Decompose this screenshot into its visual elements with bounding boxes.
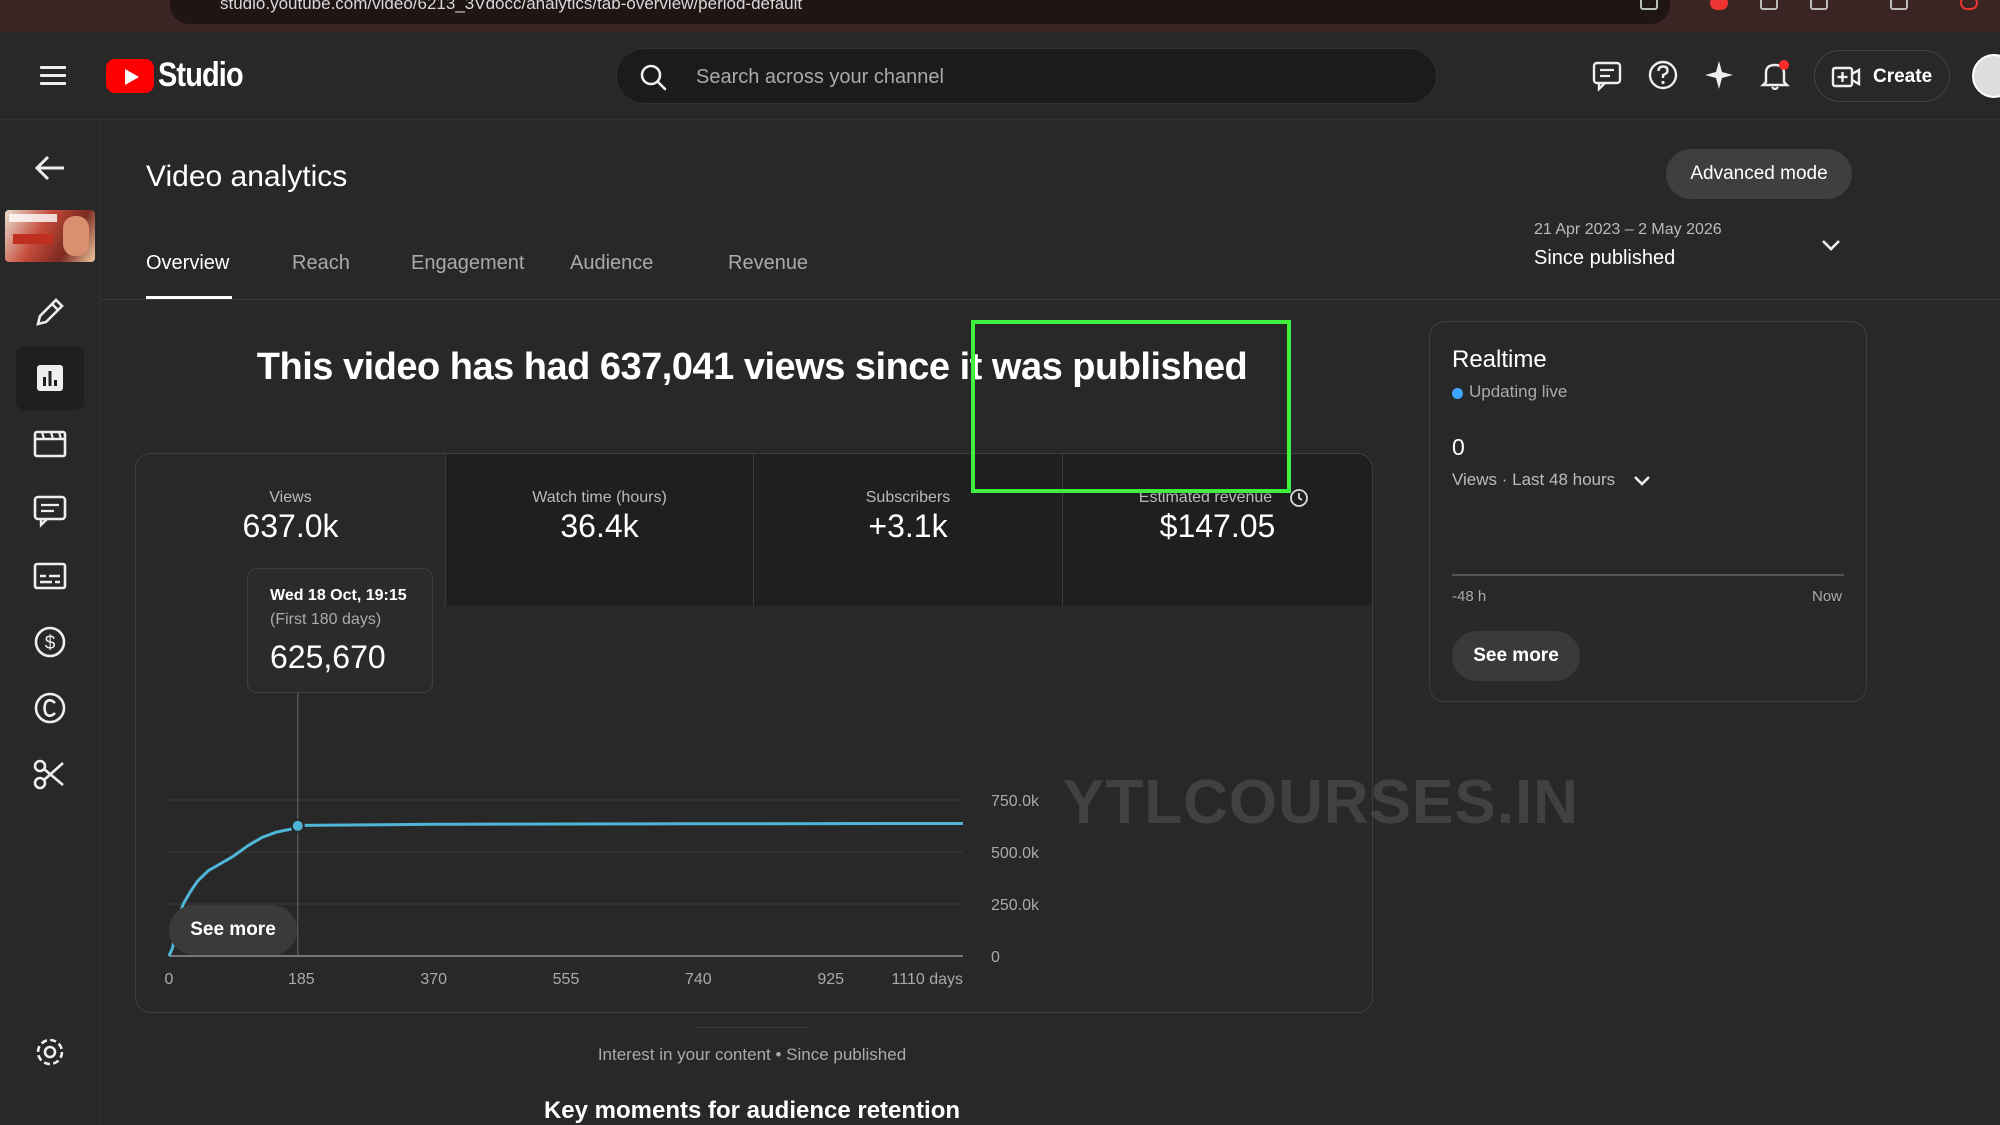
highlight-box <box>971 320 1291 493</box>
key-moments-heading: Key moments for audience retention <box>543 1097 961 1124</box>
see-more-button[interactable]: See more <box>169 905 297 955</box>
x-tick-label: 925 <box>817 971 844 988</box>
subtitles-icon[interactable] <box>16 544 84 608</box>
metric-value: +3.1k <box>868 508 948 544</box>
clips-icon[interactable] <box>16 742 84 806</box>
svg-text:$: $ <box>45 633 56 654</box>
metric-label: Views <box>269 489 312 506</box>
chart-tooltip: Wed 18 Oct, 19:15 (First 180 days) 625,6… <box>247 568 433 693</box>
editor-icon[interactable] <box>16 412 84 476</box>
x-tick-label: 1110 days <box>892 971 963 988</box>
metric-value: 637.0k <box>242 508 339 544</box>
nav-analytics[interactable] <box>16 346 84 410</box>
realtime-live-label: Updating live <box>1469 382 1568 401</box>
see-more-label: See more <box>1473 645 1559 666</box>
realtime-title: Realtime <box>1452 346 1547 373</box>
realtime-axis <box>1452 574 1844 576</box>
url-text[interactable]: studio.youtube.com/video/6213_3Vdocc/ana… <box>220 0 802 14</box>
x-tick-label: 185 <box>288 971 315 988</box>
studio-logo[interactable]: Studio <box>106 56 258 95</box>
account-avatar[interactable] <box>1972 54 2000 98</box>
search-icon[interactable] <box>639 63 667 91</box>
download-icon[interactable] <box>1810 0 1828 10</box>
page-title: Video analytics <box>146 160 348 193</box>
extensions-puzzle-icon[interactable] <box>1760 0 1778 10</box>
sidepanel-icon[interactable] <box>1890 0 1908 10</box>
see-more-label: See more <box>190 919 276 940</box>
create-video-icon <box>1831 66 1861 88</box>
y-tick-label: 500.0k <box>991 845 1040 862</box>
date-range[interactable]: 21 Apr 2023 – 2 May 2026 <box>1534 221 1722 239</box>
tabs-divider <box>101 299 2000 300</box>
highlight-point <box>290 818 305 833</box>
chevron-down-icon[interactable] <box>1632 472 1652 490</box>
notifications-icon[interactable] <box>1758 58 1792 92</box>
tab-engagement[interactable]: Engagement <box>411 252 524 275</box>
live-indicator-dot <box>1452 388 1463 399</box>
chevron-down-icon[interactable] <box>1819 233 1843 257</box>
profile-icon[interactable] <box>1960 0 1978 10</box>
search-input[interactable]: Search across your channel <box>696 66 944 89</box>
x-tick-label: 370 <box>420 971 447 988</box>
x-tick-label: 555 <box>553 971 580 988</box>
youtube-play-icon <box>106 58 154 93</box>
copyright-icon[interactable] <box>16 676 84 740</box>
watermark-text: YTLCOURSES.IN <box>1063 768 1579 837</box>
realtime-axis-end: Now <box>1812 588 1843 605</box>
tab-audience[interactable]: Audience <box>570 252 653 275</box>
extension-icon[interactable] <box>1710 0 1728 10</box>
y-tick-label: 250.0k <box>991 897 1040 914</box>
create-label: Create <box>1873 66 1933 87</box>
date-period-label[interactable]: Since published <box>1534 247 1675 270</box>
video-thumbnail[interactable] <box>5 210 95 262</box>
feedback-icon[interactable] <box>1590 58 1624 92</box>
tooltip-subtitle: (First 180 days) <box>270 611 382 628</box>
x-tick-label: 0 <box>165 971 174 988</box>
realtime-count: 0 <box>1452 434 1465 460</box>
bookmark-icon[interactable] <box>1640 0 1658 10</box>
tab-overview[interactable]: Overview <box>146 252 229 275</box>
y-tick-label: 0 <box>991 949 1000 966</box>
menu-icon[interactable] <box>40 66 66 86</box>
browser-toolbar: studio.youtube.com/video/6213_3Vdocc/ana… <box>0 0 2000 32</box>
section-divider <box>697 1027 807 1028</box>
metric-label: Watch time (hours) <box>532 489 667 506</box>
help-icon[interactable] <box>1646 58 1680 92</box>
metric-watch-time[interactable]: Watch time (hours) 36.4k <box>446 454 754 606</box>
brand-text: Studio <box>158 56 244 94</box>
main-content: Video analytics Advanced mode 21 Apr 202… <box>101 120 2000 1125</box>
advanced-mode-label: Advanced mode <box>1690 163 1828 184</box>
tooltip-date: Wed 18 Oct, 19:15 <box>270 587 407 604</box>
clock-icon <box>1290 489 1308 507</box>
y-tick-label: 750.0k <box>991 793 1040 810</box>
studio-header: Studio Search across your channel Create <box>0 32 2000 120</box>
tab-reach[interactable]: Reach <box>292 252 350 275</box>
metric-value: 36.4k <box>560 508 639 544</box>
search-bar[interactable]: Search across your channel <box>616 48 1437 104</box>
settings-icon[interactable] <box>16 1020 84 1084</box>
x-tick-label: 740 <box>685 971 712 988</box>
metric-value: $147.05 <box>1159 508 1276 544</box>
create-button[interactable]: Create <box>1814 50 1950 102</box>
left-navigation: $ <box>0 120 100 1125</box>
monetization-icon[interactable]: $ <box>16 610 84 674</box>
tab-revenue[interactable]: Revenue <box>728 252 808 275</box>
comments-icon[interactable] <box>16 478 84 542</box>
realtime-see-more-button[interactable]: See more <box>1452 631 1580 681</box>
back-arrow-icon[interactable] <box>16 136 84 200</box>
interest-subtitle: Interest in your content • Since publish… <box>597 1045 907 1064</box>
realtime-axis-start: -48 h <box>1452 588 1487 605</box>
realtime-period-select[interactable]: Views · Last 48 hours <box>1452 470 1615 490</box>
analytics-icon <box>37 365 63 391</box>
pencil-icon[interactable] <box>16 280 84 344</box>
realtime-card: Realtime Updating live 0 Views · Last 48… <box>1429 321 1867 702</box>
advanced-mode-button[interactable]: Advanced mode <box>1666 149 1852 199</box>
sparkle-icon[interactable] <box>1702 58 1736 92</box>
tooltip-value: 625,670 <box>270 639 386 675</box>
